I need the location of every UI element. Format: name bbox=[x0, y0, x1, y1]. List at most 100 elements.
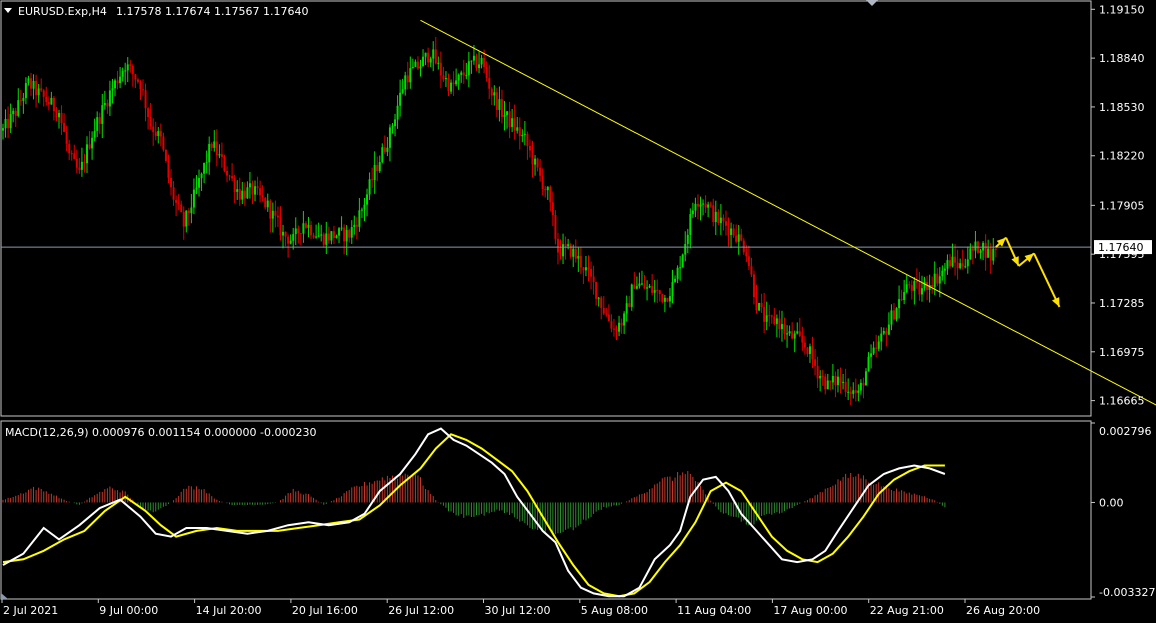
candle-body bbox=[162, 136, 165, 150]
candle-body bbox=[17, 100, 20, 116]
candle-body bbox=[551, 202, 554, 216]
candle-body bbox=[946, 260, 949, 269]
candle-body bbox=[574, 248, 577, 259]
candle-body bbox=[424, 52, 427, 57]
candle-body bbox=[663, 297, 666, 302]
trading-chart[interactable]: EURUSD.Exp,H4 1.17578 1.17674 1.17567 1.… bbox=[0, 0, 1156, 619]
candle-body bbox=[493, 92, 496, 96]
candle-body bbox=[348, 230, 351, 238]
candle-body bbox=[444, 78, 447, 80]
time-tick-label: 2 Jul 2021 bbox=[3, 604, 58, 617]
candle-body bbox=[539, 167, 542, 176]
time-tick-label: 5 Aug 08:00 bbox=[581, 604, 648, 617]
candle-body bbox=[643, 283, 646, 289]
candle-body bbox=[241, 190, 244, 200]
candle-body bbox=[355, 224, 358, 227]
candle-body bbox=[472, 55, 475, 61]
candle-body bbox=[875, 347, 878, 349]
candle-body bbox=[279, 217, 282, 236]
candle-body bbox=[648, 286, 651, 288]
time-tick-label: 17 Aug 00:00 bbox=[773, 604, 847, 617]
candle-body bbox=[332, 231, 335, 238]
candle-body bbox=[546, 186, 549, 191]
candle-body bbox=[103, 103, 106, 106]
candle-body bbox=[360, 209, 363, 211]
candle-body bbox=[923, 282, 926, 289]
candle-body bbox=[882, 331, 885, 334]
candle-body bbox=[60, 112, 63, 124]
candle-body bbox=[434, 49, 437, 64]
symbol-header: EURUSD.Exp,H4 1.17578 1.17674 1.17567 1.… bbox=[4, 5, 308, 18]
macd-label: MACD(12,26,9) 0.000976 0.001154 0.000000… bbox=[5, 426, 316, 439]
candle-body bbox=[704, 203, 707, 208]
candle-body bbox=[854, 390, 857, 393]
candle-body bbox=[478, 64, 481, 69]
time-tick-label: 26 Jul 12:00 bbox=[388, 604, 454, 617]
candle-body bbox=[887, 324, 890, 335]
candle-body bbox=[116, 80, 119, 84]
candle-body bbox=[406, 75, 409, 83]
candle-body bbox=[969, 248, 972, 260]
candle-body bbox=[679, 267, 682, 269]
candle-body bbox=[233, 178, 236, 192]
candle-body bbox=[722, 217, 725, 222]
candle-body bbox=[824, 376, 827, 390]
candle-body bbox=[231, 175, 234, 179]
candle-body bbox=[391, 126, 394, 128]
candle-body bbox=[70, 153, 73, 155]
price-tick-label: 1.17285 bbox=[1099, 297, 1145, 310]
candle-body bbox=[920, 288, 923, 295]
chart-canvas[interactable]: EURUSD.Exp,H4 1.17578 1.17674 1.17567 1.… bbox=[0, 0, 1156, 619]
candle-body bbox=[14, 110, 17, 116]
candle-body bbox=[839, 376, 842, 383]
candle-body bbox=[93, 130, 96, 138]
candle-body bbox=[187, 210, 190, 214]
candle-body bbox=[386, 147, 389, 152]
candle-body bbox=[984, 242, 987, 258]
candle-body bbox=[427, 52, 430, 63]
candle-body bbox=[498, 99, 501, 110]
time-tick-label: 14 Jul 20:00 bbox=[196, 604, 262, 617]
candle-body bbox=[167, 160, 170, 178]
candle-body bbox=[867, 356, 870, 372]
candle-body bbox=[256, 186, 259, 189]
price-axis[interactable]: 1.191501.188401.185301.182201.179051.175… bbox=[1090, 1, 1145, 416]
candle-body bbox=[376, 164, 379, 172]
candle-body bbox=[299, 233, 302, 235]
candle-body bbox=[282, 231, 285, 236]
candle-body bbox=[536, 158, 539, 168]
candle-body bbox=[948, 260, 951, 267]
candle-body bbox=[590, 268, 593, 277]
candle-body bbox=[709, 204, 712, 206]
candle-body bbox=[656, 290, 659, 292]
candle-body bbox=[640, 283, 643, 285]
candle-body bbox=[646, 287, 649, 289]
candle-body bbox=[615, 328, 618, 332]
candle-body bbox=[91, 137, 94, 149]
candle-body bbox=[307, 224, 310, 228]
candle-body bbox=[304, 223, 307, 228]
ohlc-values: 1.17578 1.17674 1.17567 1.17640 bbox=[116, 5, 308, 18]
candle-body bbox=[180, 204, 183, 213]
candle-body bbox=[966, 259, 969, 267]
candle-body bbox=[134, 74, 137, 80]
candle-body bbox=[556, 238, 559, 253]
candle-body bbox=[185, 210, 188, 227]
candle-body bbox=[755, 297, 758, 311]
candle-body bbox=[338, 228, 341, 236]
candle-body bbox=[872, 347, 875, 354]
candle-body bbox=[287, 236, 290, 244]
candle-body bbox=[956, 262, 959, 269]
candle-body bbox=[595, 281, 598, 299]
candle-body bbox=[42, 90, 45, 97]
candle-body bbox=[223, 156, 226, 172]
candle-body bbox=[30, 78, 33, 89]
candle-body bbox=[172, 187, 175, 200]
candle-body bbox=[114, 80, 117, 89]
candle-body bbox=[2, 128, 4, 131]
price-tick-label: 1.16975 bbox=[1099, 346, 1145, 359]
candle-body bbox=[516, 127, 519, 131]
candle-body bbox=[170, 177, 173, 188]
candle-body bbox=[752, 274, 755, 298]
candle-body bbox=[55, 111, 58, 118]
